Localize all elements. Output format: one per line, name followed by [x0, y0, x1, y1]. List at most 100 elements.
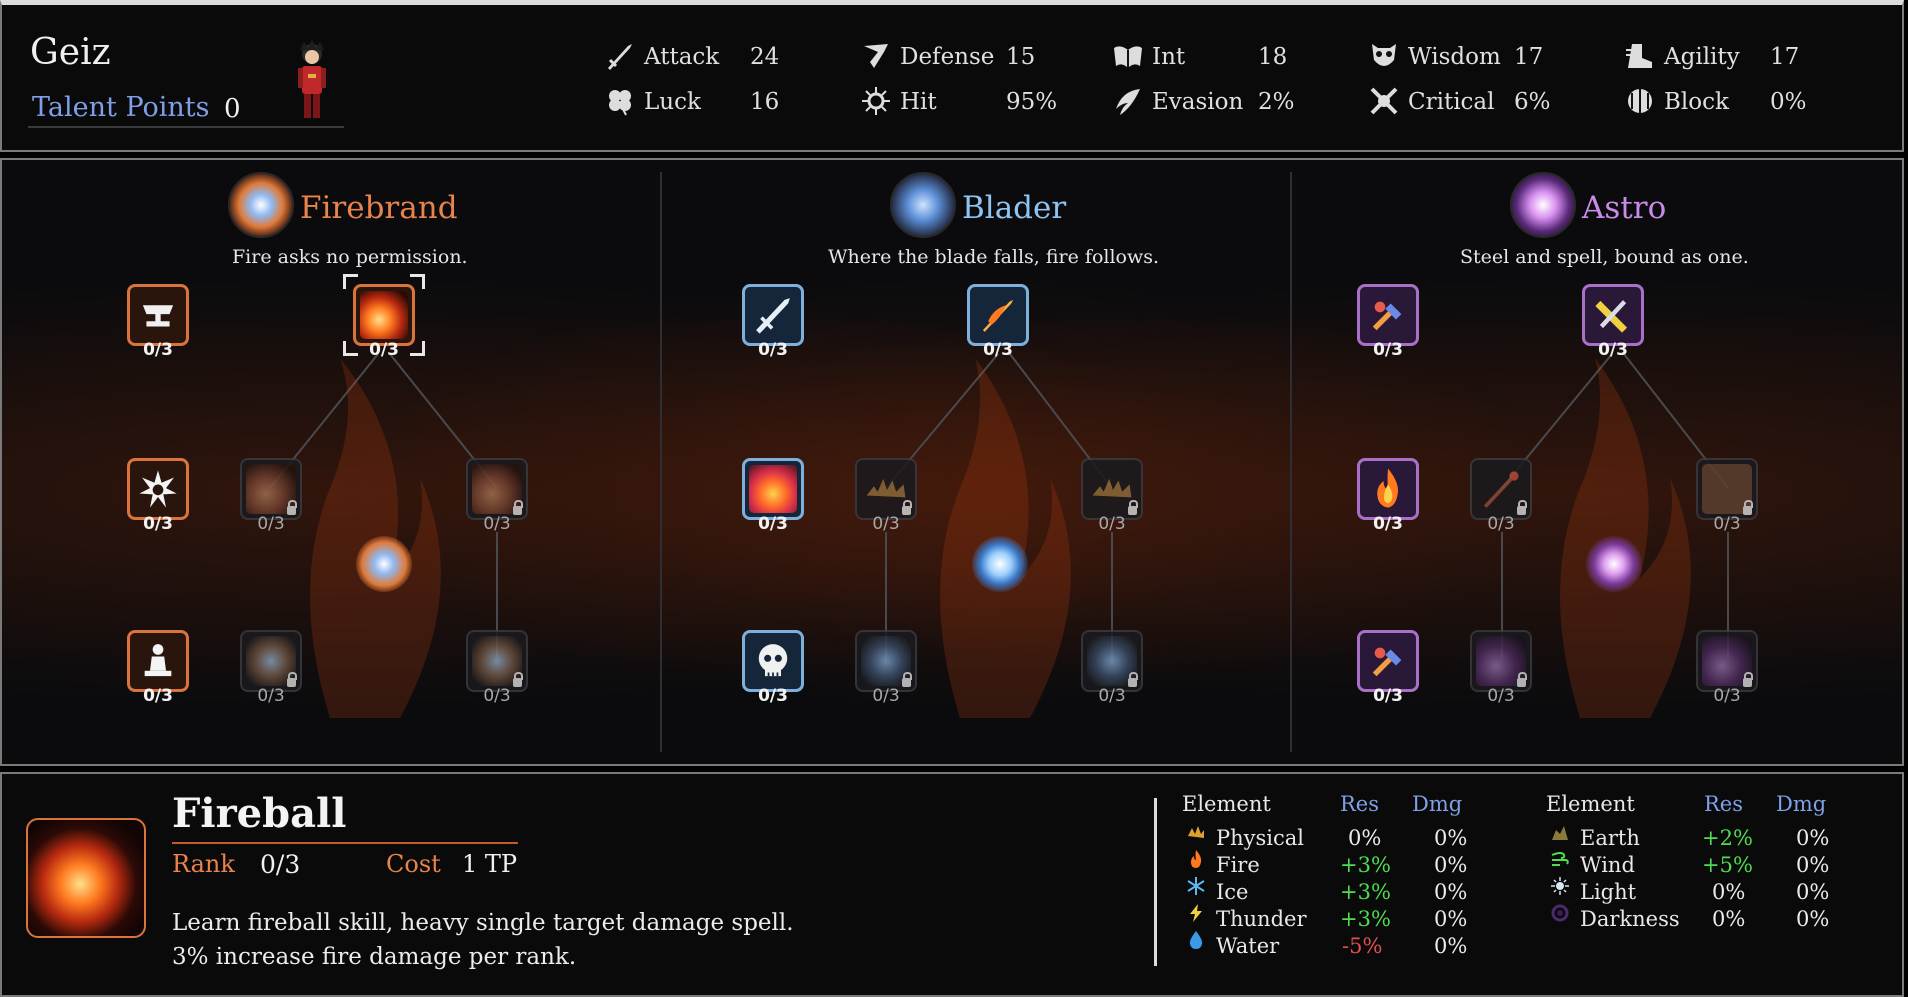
talent-node-fireball-locked[interactable] — [240, 458, 302, 520]
talent-rank: 0/3 — [1373, 514, 1403, 534]
detail-separator — [1154, 798, 1157, 966]
talent-rank: 0/3 — [758, 514, 788, 534]
stat-value: 17 — [1770, 44, 1800, 70]
talent-rank: 0/3 — [1098, 514, 1126, 534]
talent-node-heart-flame[interactable] — [742, 458, 804, 520]
res-header: Res — [1340, 792, 1380, 816]
element-dmg: 0% — [1434, 907, 1468, 931]
element-dmg: 0% — [1434, 880, 1468, 904]
element-res: 0% — [1712, 907, 1746, 931]
tree-description: Where the blade falls, fire follows. — [828, 246, 1160, 268]
talent-rank: 0/3 — [143, 514, 173, 534]
talent-node-orb-locked[interactable] — [240, 630, 302, 692]
talent-rank: 0/3 — [257, 686, 285, 706]
talent-node-spike-locked[interactable] — [855, 458, 917, 520]
stat-label: Block — [1664, 89, 1729, 115]
tree-description: Fire asks no permission. — [232, 246, 468, 268]
talent-rank: 0/3 — [143, 340, 173, 360]
element-dmg: 0% — [1796, 880, 1830, 904]
skill-rank-value: 0/3 — [260, 850, 301, 879]
talent-rank: 0/3 — [143, 686, 173, 706]
element-name: Light — [1580, 880, 1637, 904]
element-res: +5% — [1702, 853, 1753, 877]
talent-node-staff-locked[interactable] — [1470, 458, 1532, 520]
talent-node-meteor-locked[interactable] — [1696, 630, 1758, 692]
talent-node-fireball-locked[interactable] — [466, 458, 528, 520]
element-name: Earth — [1580, 826, 1640, 850]
talent-node-spike-locked[interactable] — [1081, 458, 1143, 520]
talent-rank: 0/3 — [483, 514, 511, 534]
stat-label: Critical — [1408, 89, 1495, 115]
firebrand-core-orb-icon — [356, 536, 412, 592]
talent-rank: 0/3 — [1487, 514, 1515, 534]
talent-node-sword-burst-locked[interactable] — [1081, 630, 1143, 692]
fireball-icon — [26, 818, 146, 938]
thunder-icon — [1190, 904, 1202, 922]
element-dmg: 0% — [1434, 853, 1468, 877]
shield-icon — [864, 44, 888, 68]
clover-icon — [609, 90, 631, 116]
talent-node-skull[interactable] — [742, 630, 804, 692]
talent-rank: 0/3 — [1373, 340, 1403, 360]
character-name: Geiz — [30, 32, 111, 73]
stat-value: 15 — [1006, 44, 1036, 70]
sword-icon — [608, 44, 632, 70]
heart-flame-icon — [749, 465, 797, 513]
element-res: +3% — [1340, 853, 1391, 877]
book-icon — [1114, 46, 1142, 68]
element-row-ice: Ice +3% 0% — [1182, 877, 1467, 906]
talent-node-orb-locked[interactable] — [466, 630, 528, 692]
talent-node-crossed-swords[interactable] — [1582, 284, 1644, 346]
talent-node-fireball[interactable] — [353, 284, 415, 346]
talent-node-shield-locked[interactable] — [1696, 458, 1758, 520]
talent-node-wrench[interactable] — [1357, 284, 1419, 346]
element-row-wind: Wind +5% 0% — [1546, 852, 1829, 879]
wind-icon — [1551, 852, 1569, 866]
stat-value: 0% — [1770, 89, 1807, 115]
element-dmg: 0% — [1434, 934, 1468, 958]
stat-label: Evasion — [1152, 89, 1244, 115]
earth-icon — [1552, 826, 1568, 840]
element-res: 0% — [1712, 880, 1746, 904]
element-dmg: 0% — [1796, 826, 1830, 850]
talent-rank: 0/3 — [1713, 514, 1741, 534]
talent-rank: 0/3 — [1713, 686, 1741, 706]
talent-rank: 0/3 — [1598, 340, 1628, 360]
element-name: Wind — [1580, 853, 1635, 877]
darkness-icon — [1551, 904, 1569, 922]
talent-node-meditate[interactable] — [127, 630, 189, 692]
talent-node-blade[interactable] — [742, 284, 804, 346]
skill-rank-label: Rank — [172, 850, 235, 878]
talent-node-wrench-2[interactable] — [1357, 630, 1419, 692]
talent-node-flame-sword[interactable] — [967, 284, 1029, 346]
talent-node-sword-burst-locked[interactable] — [855, 630, 917, 692]
element-res: 0% — [1348, 826, 1382, 850]
stat-value: 18 — [1258, 44, 1288, 70]
element-name: Physical — [1216, 826, 1305, 850]
stat-label: Agility — [1664, 44, 1740, 70]
flame-icon — [1377, 468, 1399, 508]
stat-label: Defense — [900, 44, 995, 70]
element-header: Element — [1182, 792, 1271, 816]
stat-value: 2% — [1258, 89, 1295, 115]
stat-value: 24 — [750, 44, 780, 70]
burst-icon — [139, 470, 177, 508]
talent-rank: 0/3 — [872, 514, 900, 534]
dmg-header: Dmg — [1412, 792, 1463, 816]
tree-title: Firebrand — [300, 190, 458, 226]
fireball-icon — [360, 291, 408, 339]
anvil-icon — [142, 305, 174, 327]
talent-node-anvil[interactable] — [127, 284, 189, 346]
talent-node-burst[interactable] — [127, 458, 189, 520]
element-res: +2% — [1702, 826, 1753, 850]
talent-node-flame[interactable] — [1357, 458, 1419, 520]
element-name: Thunder — [1216, 907, 1307, 931]
skill-description: Learn fireball skill, heavy single targe… — [172, 906, 794, 974]
character-avatar — [298, 40, 326, 118]
talent-rank: 0/3 — [758, 340, 788, 360]
tree-title: Blader — [962, 190, 1067, 226]
critical-icon — [1370, 87, 1398, 115]
tree-description: Steel and spell, bound as one. — [1460, 246, 1749, 268]
talent-rank: 0/3 — [758, 686, 788, 706]
talent-node-meteor-locked[interactable] — [1470, 630, 1532, 692]
